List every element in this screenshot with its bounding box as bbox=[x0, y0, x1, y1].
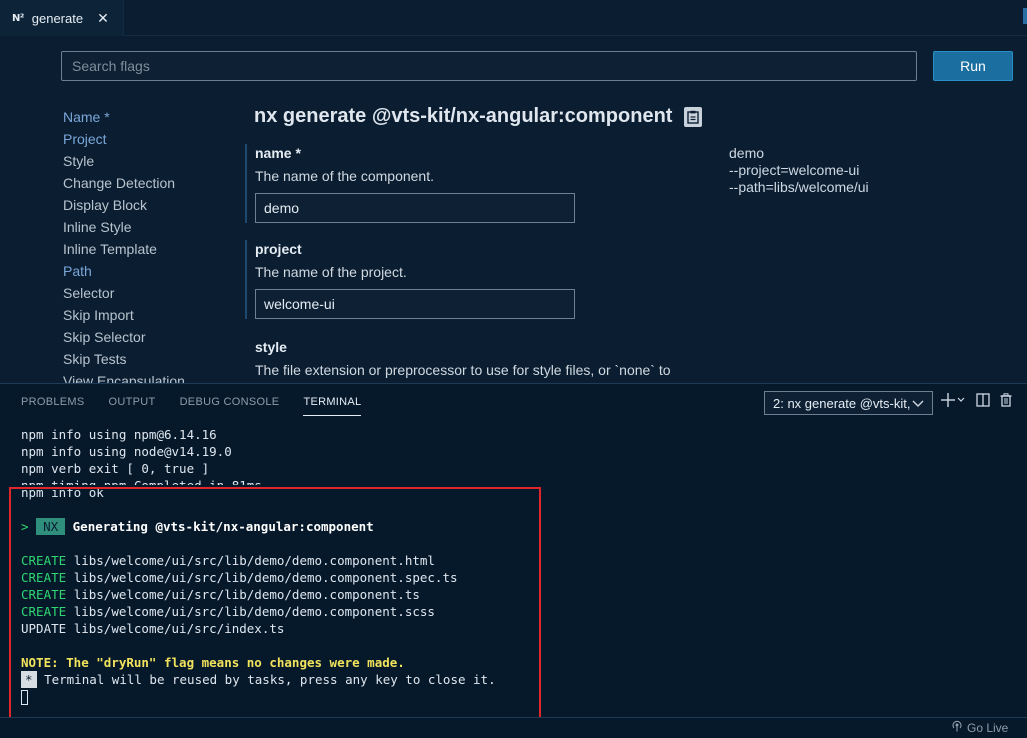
file-path: libs/welcome/ui/src/lib/demo/demo.compon… bbox=[73, 553, 435, 568]
status-bar: Go Live bbox=[0, 717, 1027, 738]
generate-form: Run Name * Project Style Change Detectio… bbox=[0, 37, 1027, 383]
terminal-blank bbox=[21, 501, 496, 518]
tab-generate[interactable]: N² generate ✕ bbox=[0, 0, 124, 36]
close-icon[interactable]: ✕ bbox=[97, 10, 109, 27]
terminal-line: npm info using npm@6.14.16 bbox=[21, 427, 217, 442]
panel-actions bbox=[940, 392, 1022, 414]
reuse-line: * Terminal will be reused by tasks, pres… bbox=[21, 671, 496, 688]
page-title: nx generate @vts-kit/nx-angular:componen… bbox=[254, 105, 703, 128]
file-op-line: CREATE libs/welcome/ui/src/lib/demo/demo… bbox=[21, 586, 496, 603]
field-description: The file extension or preprocessor to us… bbox=[255, 362, 671, 383]
reuse-text: Terminal will be reused by tasks, press … bbox=[44, 672, 496, 687]
file-op-line: CREATE libs/welcome/ui/src/lib/demo/demo… bbox=[21, 569, 496, 586]
nav-item-project[interactable]: Project bbox=[63, 128, 243, 150]
field-label: style bbox=[255, 339, 287, 355]
nav-item-display-block[interactable]: Display Block bbox=[63, 194, 243, 216]
dry-run-note: NOTE: The "dryRun" flag means no changes… bbox=[21, 655, 405, 670]
editor-tab-bar: N² generate ✕ bbox=[0, 0, 1027, 36]
field-description: The name of the component. bbox=[255, 168, 434, 184]
terminal-blank bbox=[21, 637, 496, 654]
tab-terminal[interactable]: TERMINAL bbox=[303, 396, 362, 416]
file-op: CREATE bbox=[21, 570, 67, 585]
search-flags-input[interactable] bbox=[61, 51, 917, 81]
nav-item-skip-selector[interactable]: Skip Selector bbox=[63, 326, 243, 348]
terminal-select[interactable]: 2: nx generate @vts-kit, bbox=[764, 391, 933, 415]
nx-console-icon: N² bbox=[12, 12, 24, 24]
trash-icon[interactable] bbox=[1000, 393, 1012, 413]
nav-item-inline-style[interactable]: Inline Style bbox=[63, 216, 243, 238]
terminal-line: npm verb exit [ 0, true ] bbox=[21, 461, 210, 476]
terminal-output[interactable]: npm info using npm@6.14.16 npm info usin… bbox=[21, 426, 496, 705]
add-terminal-icon[interactable] bbox=[940, 392, 966, 414]
project-input[interactable] bbox=[255, 289, 575, 319]
file-op: CREATE bbox=[21, 553, 67, 568]
star-badge: * bbox=[21, 671, 37, 688]
terminal-cursor bbox=[21, 690, 28, 705]
go-live-button[interactable]: Go Live bbox=[951, 720, 1008, 735]
tab-output[interactable]: OUTPUT bbox=[109, 396, 156, 416]
field-project: project The name of the project. bbox=[245, 240, 665, 319]
generating-line: > NX Generating @vts-kit/nx-angular:comp… bbox=[21, 518, 496, 535]
preview-line: demo bbox=[729, 145, 765, 161]
generating-text: Generating @vts-kit/nx-angular:component bbox=[72, 519, 374, 534]
nav-item-skip-tests[interactable]: Skip Tests bbox=[63, 348, 243, 370]
terminal-blank bbox=[21, 535, 496, 552]
name-input[interactable] bbox=[255, 193, 575, 223]
file-op-line: UPDATE libs/welcome/ui/src/index.ts bbox=[21, 620, 496, 637]
nav-item-name[interactable]: Name * bbox=[63, 106, 243, 128]
nav-item-view-encapsulation[interactable]: View Encapsulation bbox=[63, 370, 243, 383]
scroll-indicator bbox=[1023, 8, 1027, 24]
preview-line: --project=welcome-ui bbox=[729, 162, 860, 178]
run-button[interactable]: Run bbox=[933, 51, 1013, 81]
nav-item-change-detection[interactable]: Change Detection bbox=[63, 172, 243, 194]
file-path: libs/welcome/ui/src/lib/demo/demo.compon… bbox=[73, 587, 420, 602]
field-name: name * The name of the component. bbox=[245, 144, 665, 223]
file-op: CREATE bbox=[21, 604, 67, 619]
file-op-line: CREATE libs/welcome/ui/src/lib/demo/demo… bbox=[21, 603, 496, 620]
page-title-text: nx generate @vts-kit/nx-angular:componen… bbox=[254, 105, 673, 127]
file-op: CREATE bbox=[21, 587, 67, 602]
file-op-line: CREATE libs/welcome/ui/src/lib/demo/demo… bbox=[21, 552, 496, 569]
nav-item-inline-template[interactable]: Inline Template bbox=[63, 238, 243, 260]
field-label: project bbox=[255, 241, 302, 257]
broadcast-icon bbox=[951, 720, 963, 735]
nav-item-style[interactable]: Style bbox=[63, 150, 243, 172]
go-live-label: Go Live bbox=[967, 720, 1009, 735]
field-label: name * bbox=[255, 145, 301, 161]
cursor-line bbox=[21, 688, 496, 705]
file-path: libs/welcome/ui/src/lib/demo/demo.compon… bbox=[73, 604, 435, 619]
split-terminal-icon[interactable] bbox=[976, 393, 990, 413]
nav-item-selector[interactable]: Selector bbox=[63, 282, 243, 304]
panel-tabs: PROBLEMS OUTPUT DEBUG CONSOLE TERMINAL bbox=[21, 396, 385, 416]
chevron-down-icon bbox=[912, 396, 924, 411]
flags-nav: Name * Project Style Change Detection Di… bbox=[63, 106, 243, 383]
nav-item-skip-import[interactable]: Skip Import bbox=[63, 304, 243, 326]
copy-icon[interactable] bbox=[684, 106, 703, 127]
terminal-line: npm info ok bbox=[21, 485, 104, 500]
preview-line: --path=libs/welcome/ui bbox=[729, 179, 869, 195]
file-path: libs/welcome/ui/src/lib/demo/demo.compon… bbox=[73, 570, 458, 585]
command-preview: demo --project=welcome-ui --path=libs/we… bbox=[729, 145, 869, 196]
field-style: style The file extension or preprocessor… bbox=[255, 338, 685, 383]
field-description: The name of the project. bbox=[255, 264, 407, 280]
tab-debug-console[interactable]: DEBUG CONSOLE bbox=[180, 396, 280, 416]
terminal-line: npm info using node@v14.19.0 bbox=[21, 444, 232, 459]
terminal-select-value: 2: nx generate @vts-kit, bbox=[773, 395, 911, 411]
tab-label: generate bbox=[31, 10, 84, 26]
tab-problems[interactable]: PROBLEMS bbox=[21, 396, 85, 416]
nx-badge: NX bbox=[36, 518, 66, 535]
file-op: UPDATE bbox=[21, 621, 67, 636]
file-path: libs/welcome/ui/src/index.ts bbox=[73, 621, 285, 636]
bottom-panel: PROBLEMS OUTPUT DEBUG CONSOLE TERMINAL 2… bbox=[0, 383, 1027, 717]
nav-item-path[interactable]: Path bbox=[63, 260, 243, 282]
prompt-arrow: > bbox=[21, 519, 29, 534]
